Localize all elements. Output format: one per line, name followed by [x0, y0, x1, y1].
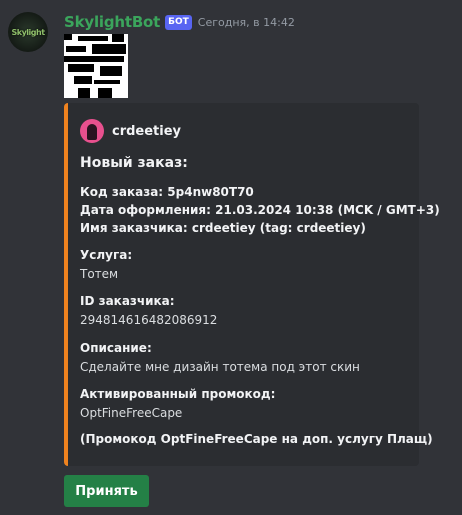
embed-author-name[interactable]: crdeetiey — [112, 124, 181, 139]
order-code: Код заказа: 5p4nw80T70 — [80, 185, 254, 199]
field-service-value: Тотем — [80, 267, 119, 281]
promo-note: (Промокод OptFineFreeCape на доп. услугу… — [80, 432, 433, 446]
field-description-name: Описание: — [80, 341, 152, 355]
bot-badge: БОТ — [165, 14, 192, 30]
order-embed: crdeetiey Новый заказ: Код заказа: 5p4nw… — [64, 103, 440, 466]
author-username[interactable]: SkylightBot — [64, 13, 160, 31]
message-header: SkylightBot БОТ Сегодня, в 14:42 — [64, 12, 295, 32]
skin-image[interactable] — [64, 34, 128, 98]
embed-author: crdeetiey — [80, 119, 181, 143]
accept-button[interactable]: Принять — [64, 475, 149, 507]
bot-avatar[interactable]: Skylight — [8, 12, 48, 52]
field-customer-id-name: ID заказчика: — [80, 294, 175, 308]
field-promo-name: Активированный промокод: — [80, 387, 276, 401]
author-avatar-icon — [80, 119, 104, 143]
field-description-value: Сделайте мне дизайн тотема под этот скин — [80, 360, 360, 374]
avatar-logo-text: Skylight — [11, 27, 45, 37]
field-promo-value: OptFineFreeCape — [80, 406, 183, 420]
message-timestamp: Сегодня, в 14:42 — [197, 15, 295, 29]
order-date: Дата оформления: 21.03.2024 10:38 (MCK /… — [80, 203, 440, 217]
field-customer-id-value: 294814616482086912 — [80, 313, 218, 327]
customer-name: Имя заказчика: crdeetiey (tag: crdeetiey… — [80, 221, 366, 235]
field-service-name: Услуга: — [80, 248, 133, 262]
embed-title: Новый заказ: — [80, 155, 188, 171]
bot-message: Skylight SkylightBot БОТ Сегодня, в 14:4… — [0, 0, 462, 515]
